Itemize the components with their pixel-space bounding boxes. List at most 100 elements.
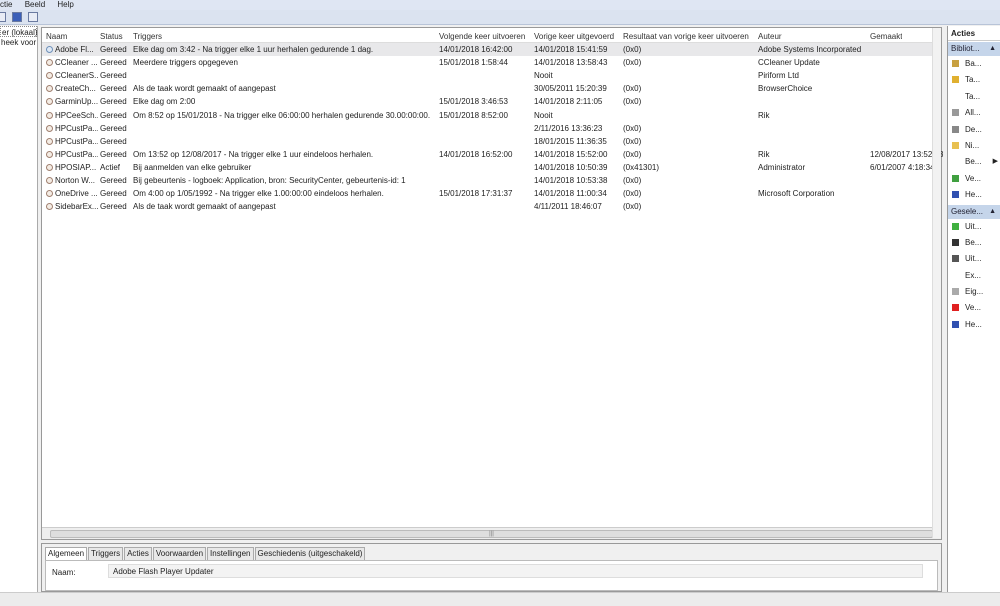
cell-text: 4/11/2011 18:46:07 [534, 202, 602, 212]
action-item[interactable]: Be... ▶ [948, 154, 1000, 170]
table-row[interactable]: HPCeeSch... Gereed Om 8:52 op 15/01/2018 -… [42, 109, 941, 122]
action-item[interactable]: De... [948, 122, 1000, 138]
cell-resultaat: (0x0) [623, 122, 756, 135]
cell-text: (0x0) [623, 123, 642, 133]
show-hide-pane-button[interactable] [28, 12, 39, 22]
tab-instellingen[interactable]: Instellingen [207, 547, 254, 560]
column-header[interactable]: Resultaat van vorige keer uitvoeren [623, 30, 749, 43]
action-item[interactable]: He... [948, 187, 1000, 203]
cell-text: Elke dag om 3:42 - Na trigger elke 1 uur… [133, 45, 374, 54]
cell-naam: Norton W... [46, 174, 98, 187]
table-row[interactable]: Norton W... Gereed Bij gebeurtenis - logbo… [42, 174, 941, 187]
action-item[interactable]: Ex... [948, 268, 1000, 284]
cell-text: Om 8:52 op 15/01/2018 - Na trigger elke … [133, 110, 431, 120]
action-item[interactable]: All... [948, 105, 1000, 121]
tab-geschiedenis[interactable]: Geschiedenis (uitgeschakeld) [254, 547, 366, 560]
column-header[interactable]: Vorige keer uitgevoerd [534, 30, 614, 43]
cell-text: SidebarEx... [55, 202, 98, 212]
table-row[interactable]: CreateCh... Gereed Als de taak wordt gemaa… [42, 82, 941, 95]
cell-text: Gereed [100, 123, 127, 133]
action-item[interactable]: Ta... [948, 89, 1000, 105]
table-row[interactable]: HPCustPa... Gereed Om 13:52 op 12/08/2017 … [42, 148, 943, 161]
cell-text: (0x0) [623, 58, 642, 68]
help-button[interactable] [12, 12, 23, 22]
cell-text: Om 4:00 op 1/05/1992 - Na trigger elke 1… [133, 189, 384, 199]
cell-text: HPOSIAP... [55, 162, 97, 172]
table-row[interactable]: GarminUp... Gereed Elke dag om 2:00 15/01/2… [42, 95, 941, 108]
column-header[interactable]: Gemaakt [870, 30, 902, 43]
group-label: Bibliot... [951, 44, 980, 53]
cell-text: 15/01/2018 17:31:37 [439, 189, 513, 199]
horizontal-scrollbar[interactable]: ||| [42, 527, 941, 539]
actions-group-header[interactable]: Bibliot... ▲ [948, 42, 1000, 56]
table-row[interactable]: OneDrive ... Gereed Om 4:00 op 1/05/1992 -… [42, 187, 941, 200]
action-label: Ve... [965, 173, 982, 183]
cell-text: (0x0) [623, 136, 642, 146]
action-label: Ex... [965, 270, 982, 280]
cell-gemaakt: 6/01/2007 4:18:34 [870, 161, 935, 174]
column-header[interactable]: Volgende keer uitvoeren [439, 30, 525, 43]
actions-title: Acties [948, 26, 1000, 41]
cell-text: (0x0) [623, 97, 642, 107]
column-header[interactable]: Auteur [758, 30, 782, 43]
cell-text: 15/01/2018 1:58:44 [439, 58, 508, 68]
properties-button[interactable] [0, 12, 6, 22]
action-item[interactable]: Be... [948, 235, 1000, 251]
column-header[interactable]: Triggers [133, 30, 162, 43]
cell-triggers: Bij gebeurtenis - logboek: Application, … [133, 174, 437, 187]
tree-item-scheduler[interactable]: er (lokaal) [0, 26, 37, 37]
tree-item-library[interactable]: heek voor [0, 37, 37, 48]
tab-algemeen[interactable]: Algemeen [45, 547, 88, 560]
action-item[interactable]: Uit... [948, 219, 1000, 235]
cell-status: Gereed [100, 69, 131, 82]
collapse-icon[interactable]: ▲ [989, 205, 996, 219]
cell-volgende: 15/01/2018 3:46:53 [439, 95, 532, 108]
scroll-thumb[interactable]: ||| [50, 530, 933, 538]
create-task-icon [952, 76, 959, 84]
action-item[interactable]: Ta... [948, 72, 1000, 88]
cell-text: 14/01/2018 2:11:05 [534, 97, 603, 107]
menu-help[interactable]: Help [57, 0, 73, 9]
table-row[interactable]: HPOSIAP... Actief Bij aanmelden van elke g… [42, 161, 941, 174]
name-field[interactable]: Adobe Flash Player Updater [108, 564, 923, 578]
vertical-scrollbar[interactable] [932, 28, 941, 538]
all-tasks-icon [952, 109, 959, 117]
actions-group-header[interactable]: Gesele... ▲ [948, 204, 1000, 219]
cell-text: Bij gebeurtenis - logboek: Application, … [133, 176, 406, 185]
cell-text: CreateCh... [55, 84, 96, 94]
blank-icon [952, 158, 959, 165]
cell-resultaat: (0x0) [623, 95, 756, 108]
table-row[interactable]: CCleanerS... Gereed Nooit Piriform Ltd [42, 69, 941, 82]
cell-text: HPCustPa... [55, 149, 98, 159]
tab-triggers[interactable]: Triggers [88, 547, 124, 560]
cell-status: Gereed [100, 200, 131, 213]
navigation-tree: er (lokaal) heek voor [0, 26, 38, 592]
table-row[interactable]: HPCustPa... Gereed 2/11/2016 13:36:23 (0x0) [42, 122, 941, 135]
menu-view[interactable]: Beeld [25, 0, 45, 9]
table-row[interactable]: CCleaner ... Gereed Meerdere triggers opge… [42, 56, 941, 69]
column-header[interactable]: Status [100, 30, 123, 43]
cell-text: Gereed [100, 58, 127, 68]
tab-acties[interactable]: Acties [124, 547, 152, 560]
cell-auteur: Administrator [758, 161, 868, 174]
cell-text: (0x0) [623, 202, 642, 212]
menu-action[interactable]: ctie [0, 0, 12, 9]
task-clock-icon [46, 137, 53, 145]
cell-text: (0x0) [623, 149, 642, 159]
table-row[interactable]: HPCustPa... Gereed 18/01/2015 11:36:35 (0x0… [42, 135, 941, 148]
action-item[interactable]: Ba... [948, 56, 1000, 72]
cell-status: Gereed [100, 122, 131, 135]
column-header[interactable]: Naam [46, 30, 67, 43]
table-row[interactable]: Adobe Fl... Gereed Elke dag om 3:42 - Na t… [42, 43, 941, 56]
action-item[interactable]: Ni... [948, 138, 1000, 154]
action-item[interactable]: Eig... [948, 284, 1000, 300]
action-item[interactable]: Ve... [948, 171, 1000, 187]
delete-icon [952, 304, 959, 312]
collapse-icon[interactable]: ▲ [989, 42, 996, 56]
action-item[interactable]: Uit... [948, 251, 1000, 267]
table-row[interactable]: SidebarEx... Gereed Als de taak wordt gema… [42, 200, 941, 213]
tab-voorwaarden[interactable]: Voorwaarden [152, 547, 207, 560]
action-item[interactable]: He... [948, 317, 1000, 333]
action-item[interactable]: Ve... [948, 300, 1000, 316]
run-icon [952, 222, 959, 230]
